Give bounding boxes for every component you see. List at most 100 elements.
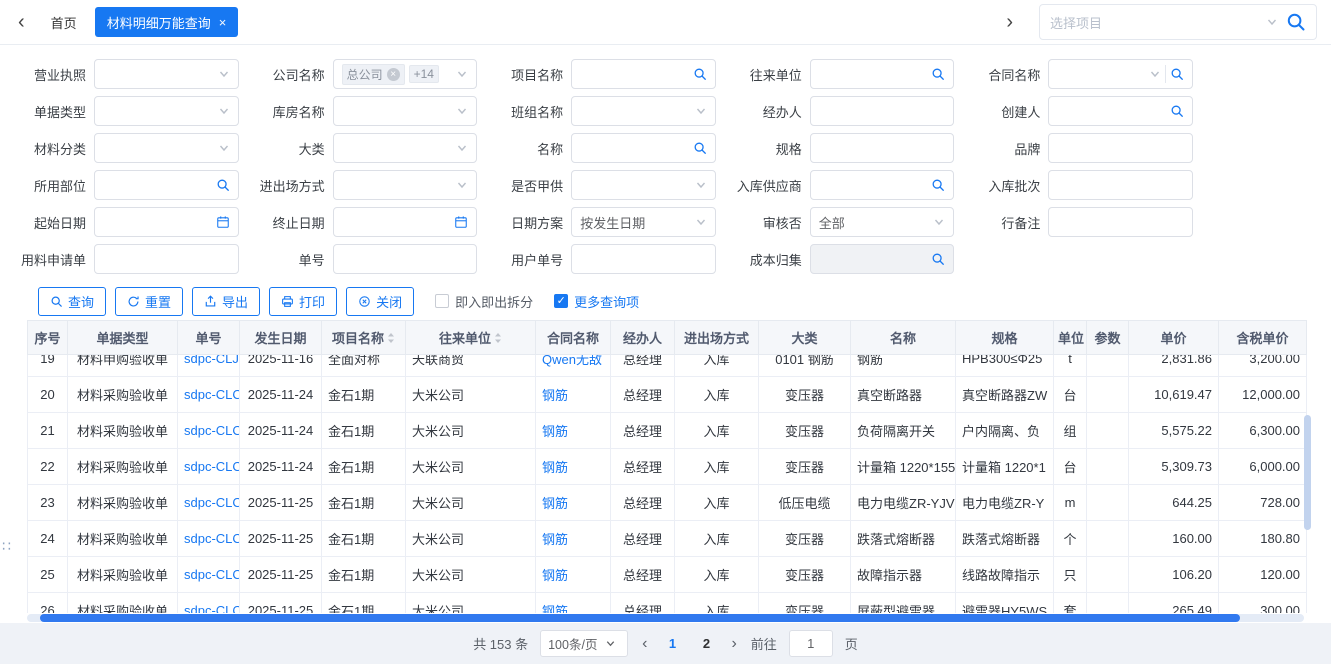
cell: 大米公司 — [406, 521, 536, 557]
dock-handle-icon[interactable]: ∷ — [2, 538, 11, 555]
table-body-viewport[interactable]: 19材料申购验收单sdpc-CLJG2025-11-16全面对称天联商贸Qwen… — [27, 355, 1331, 613]
filter-field-project-name: 项目名称 — [489, 59, 716, 89]
is-owner-supplied-select[interactable] — [571, 170, 716, 200]
tag-close-icon[interactable]: × — [387, 68, 400, 81]
reset-button[interactable]: 重置 — [115, 287, 183, 316]
horizontal-scrollbar[interactable] — [40, 614, 1240, 622]
goto-page-input[interactable] — [789, 630, 833, 657]
cell: 金石1期 — [322, 449, 406, 485]
control-value: 按发生日期 — [580, 213, 691, 232]
audit-status-select[interactable]: 全部 — [810, 207, 955, 237]
handler-input[interactable] — [810, 96, 955, 126]
cell: 计量箱 1220*1 — [956, 449, 1054, 485]
search-icon[interactable] — [1286, 12, 1306, 32]
contract-name-select-outsearch[interactable] — [1048, 59, 1193, 89]
cell: 180.80 — [1219, 521, 1307, 557]
prev-page-button[interactable]: ‹ — [640, 635, 649, 653]
cell-link[interactable]: 钢筋 — [536, 377, 611, 413]
doc-type-select[interactable] — [94, 96, 239, 126]
split-in-out-checkbox[interactable]: 即入即出拆分 — [435, 292, 533, 311]
table-row[interactable]: 23材料采购验收单sdpc-CLCG2025-11-25金石1期大米公司钢筋总经… — [28, 485, 1307, 521]
more-query-checkbox[interactable]: 更多查询项 — [554, 292, 639, 311]
filter-label: 往来单位 — [728, 65, 810, 84]
page-size-select[interactable]: 100条/页 — [540, 630, 628, 657]
warehouse-name-select[interactable] — [333, 96, 478, 126]
cell-link[interactable]: sdpc-CLCG — [178, 485, 240, 521]
cell-link[interactable]: sdpc-CLCG — [178, 557, 240, 593]
column-header-5[interactable]: 项目名称 — [322, 321, 406, 355]
cell-link[interactable]: 钢筋 — [536, 557, 611, 593]
cell-link[interactable]: sdpc-CLCG — [178, 377, 240, 413]
cell-link[interactable]: sdpc-CLCG — [178, 413, 240, 449]
table-row[interactable]: 20材料采购验收单sdpc-CLCG2025-11-24金石1期大米公司钢筋总经… — [28, 377, 1307, 413]
date-scheme-select[interactable]: 按发生日期 — [571, 207, 716, 237]
back-chevron-icon[interactable]: ‹ — [14, 12, 29, 32]
company-name-select-tags[interactable]: 总公司×+14 — [333, 59, 478, 89]
tab-material-query[interactable]: 材料明细万能查询 × — [95, 7, 239, 37]
cell: 2025-11-24 — [240, 449, 322, 485]
table-row[interactable]: 22材料采购验收单sdpc-CLCG2025-11-24金石1期大米公司钢筋总经… — [28, 449, 1307, 485]
cell: 2025-11-24 — [240, 413, 322, 449]
material-request-input[interactable] — [94, 244, 239, 274]
cell: 2025-11-25 — [240, 593, 322, 614]
selected-tag[interactable]: 总公司× — [342, 64, 405, 85]
major-class-select[interactable] — [333, 133, 478, 163]
query-button[interactable]: 查询 — [38, 287, 106, 316]
start-date-date[interactable] — [94, 207, 239, 237]
cell: 材料申购验收单 — [68, 355, 178, 377]
column-header-9: 进出场方式 — [675, 321, 759, 355]
inbound-batch-input[interactable] — [1048, 170, 1193, 200]
row-remark-input[interactable] — [1048, 207, 1193, 237]
cell: 10,619.47 — [1129, 377, 1219, 413]
business-license-select[interactable] — [94, 59, 239, 89]
inbound-supplier-search[interactable] — [810, 170, 955, 200]
material-category-select[interactable] — [94, 133, 239, 163]
user-doc-no-input[interactable] — [571, 244, 716, 274]
cell: 644.25 — [1129, 485, 1219, 521]
print-button[interactable]: 打印 — [269, 287, 337, 316]
cell: 只 — [1054, 557, 1087, 593]
filter-field-name: 名称 — [489, 133, 716, 163]
page-number-1[interactable]: 1 — [661, 636, 683, 651]
column-label: 项目名称 — [332, 328, 384, 347]
table-row[interactable]: 21材料采购验收单sdpc-CLCG2025-11-24金石1期大米公司钢筋总经… — [28, 413, 1307, 449]
column-header-14: 参数 — [1087, 321, 1129, 355]
vertical-scrollbar[interactable] — [1304, 415, 1311, 530]
cell-link[interactable]: 钢筋 — [536, 521, 611, 557]
forward-chevron-icon[interactable]: › — [1002, 12, 1017, 32]
creator-search[interactable] — [1048, 96, 1193, 126]
end-date-date[interactable] — [333, 207, 478, 237]
cell: 总经理 — [611, 485, 675, 521]
cell-link[interactable]: sdpc-CLJG — [178, 355, 240, 377]
export-button[interactable]: 导出 — [192, 287, 260, 316]
close-button[interactable]: 关闭 — [346, 287, 414, 316]
table-row[interactable]: 24材料采购验收单sdpc-CLCG2025-11-25金石1期大米公司钢筋总经… — [28, 521, 1307, 557]
tab-home[interactable]: 首页 — [29, 13, 95, 32]
inout-method-select[interactable] — [333, 170, 478, 200]
close-tab-icon[interactable]: × — [219, 16, 227, 29]
cell-link[interactable]: 钢筋 — [536, 413, 611, 449]
cell: 入库 — [675, 413, 759, 449]
doc-no-input[interactable] — [333, 244, 478, 274]
table-row[interactable]: 25材料采购验收单sdpc-CLCG2025-11-25金石1期大米公司钢筋总经… — [28, 557, 1307, 593]
team-name-select[interactable] — [571, 96, 716, 126]
page-number-2[interactable]: 2 — [695, 636, 717, 651]
name-search[interactable] — [571, 133, 716, 163]
used-position-search[interactable] — [94, 170, 239, 200]
spec-input[interactable] — [810, 133, 955, 163]
project-name-search[interactable] — [571, 59, 716, 89]
table-row[interactable]: 19材料申购验收单sdpc-CLJG2025-11-16全面对称天联商贸Qwen… — [28, 355, 1307, 377]
next-page-button[interactable]: › — [729, 635, 738, 653]
brand-input[interactable] — [1048, 133, 1193, 163]
counterparty-search[interactable] — [810, 59, 955, 89]
cell-link[interactable]: 钢筋 — [536, 485, 611, 521]
cell-link[interactable]: sdpc-CLCG — [178, 449, 240, 485]
cell-link[interactable]: sdpc-CLCG — [178, 593, 240, 614]
project-select[interactable]: 选择项目 — [1039, 4, 1317, 40]
cell-link[interactable]: 钢筋 — [536, 593, 611, 614]
table-row[interactable]: 26材料采购验收单sdpc-CLCG2025-11-25金石1期大米公司钢筋总经… — [28, 593, 1307, 614]
cell-link[interactable]: Qwen无敌 — [536, 355, 611, 377]
cell-link[interactable]: sdpc-CLCG — [178, 521, 240, 557]
cell-link[interactable]: 钢筋 — [536, 449, 611, 485]
column-header-6[interactable]: 往来单位 — [406, 321, 536, 355]
